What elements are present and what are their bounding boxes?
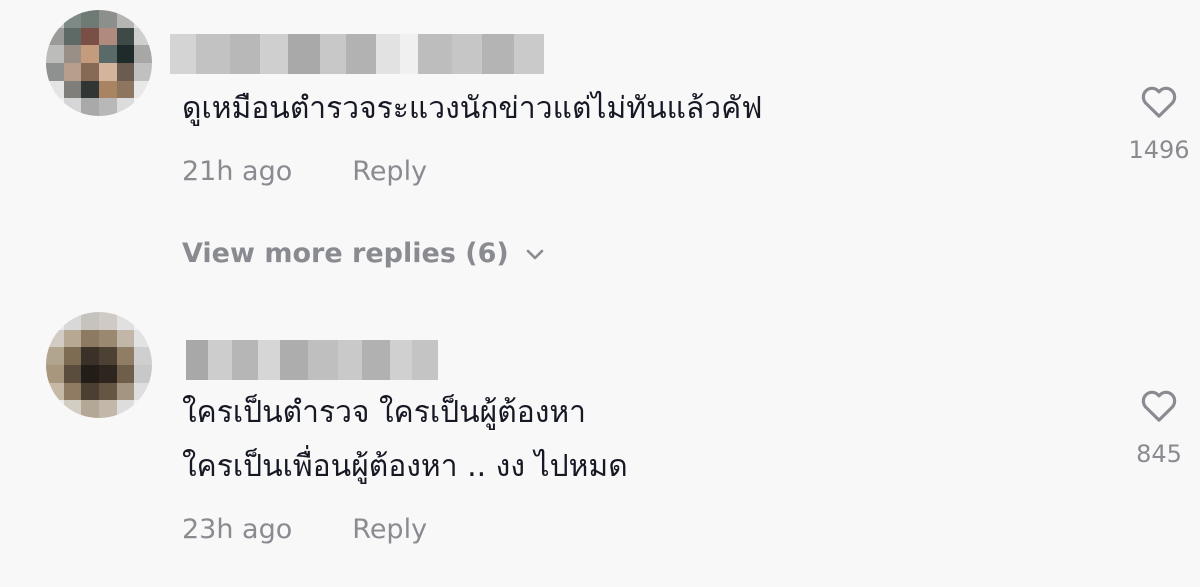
- heart-outline-icon[interactable]: [1139, 82, 1179, 122]
- comment-text-line: ใครเป็นเพื่อนผู้ต้องหา .. งง ไปหมด: [182, 449, 628, 484]
- comment-meta: 21h ago Reply: [182, 156, 427, 187]
- comment-item: ใครเป็นตำรวจ ใครเป็นผู้ต้องหา ใครเป็นเพื…: [0, 300, 1200, 587]
- heart-outline-icon[interactable]: [1139, 386, 1179, 426]
- reply-button[interactable]: Reply: [352, 156, 427, 187]
- username-blurred[interactable]: [186, 340, 438, 380]
- comment-item: ดูเหมือนตำรวจระแวงนักข่าวแต่ไม่ทันแล้วคั…: [0, 0, 1200, 230]
- username-blurred[interactable]: [170, 34, 544, 74]
- comment-text-line: ใครเป็นตำรวจ ใครเป็นผู้ต้องหา: [182, 395, 587, 430]
- comment-time: 21h ago: [182, 156, 293, 187]
- avatar[interactable]: [46, 312, 152, 418]
- comment-text: ดูเหมือนตำรวจระแวงนักข่าวแต่ไม่ทันแล้วคั…: [182, 91, 763, 126]
- comment-text: ใครเป็นตำรวจ ใครเป็นผู้ต้องหา ใครเป็นเพื…: [182, 386, 628, 494]
- view-more-replies-button[interactable]: View more replies (6): [182, 238, 547, 269]
- comment-time: 23h ago: [182, 514, 293, 545]
- like-count: 1496: [1128, 136, 1190, 164]
- view-more-replies-label: View more replies (6): [182, 238, 509, 269]
- chevron-down-icon: [526, 249, 544, 259]
- reply-button[interactable]: Reply: [352, 514, 427, 545]
- avatar[interactable]: [46, 10, 152, 116]
- like-button[interactable]: 845: [1119, 386, 1199, 468]
- comment-meta: 23h ago Reply: [182, 514, 427, 545]
- like-count: 845: [1136, 440, 1182, 468]
- like-button[interactable]: 1496: [1119, 82, 1199, 164]
